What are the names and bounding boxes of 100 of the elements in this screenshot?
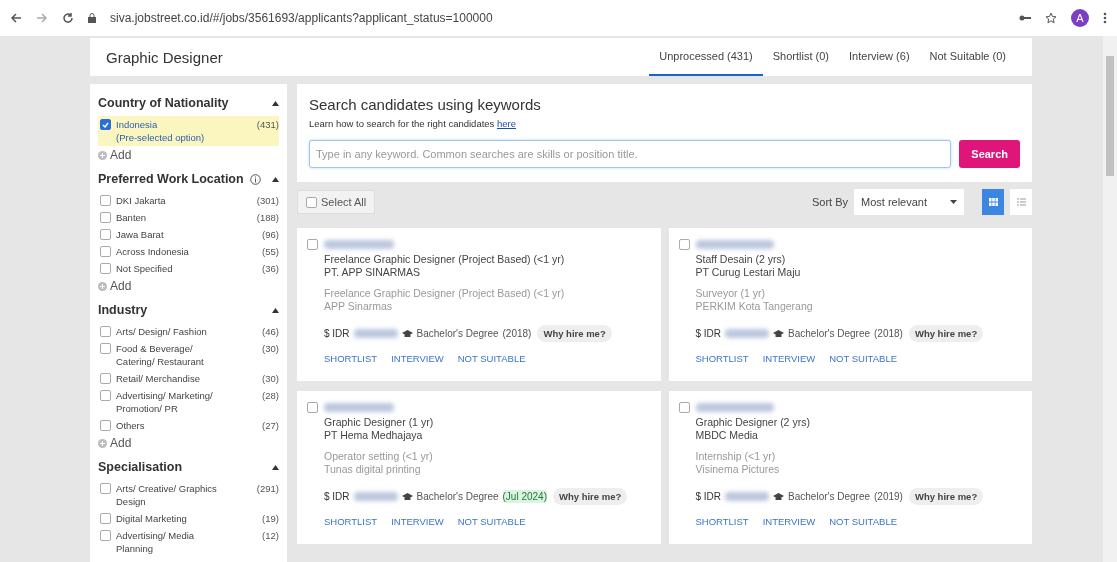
filter-option[interactable]: Advertising/ Media Planning [116,529,228,555]
action-link[interactable]: NOT SUITABLE [829,352,897,365]
action-link[interactable]: NOT SUITABLE [457,352,526,365]
current-role: Staff Desain (2 yrs) [695,253,787,266]
why-hire-me-tag[interactable]: Why hire me? [908,325,984,342]
filter-checkbox[interactable] [100,373,111,384]
back-icon[interactable] [10,12,22,24]
filter-checkbox[interactable] [100,212,111,223]
past-role: Surveyor (1 yr) [695,287,766,300]
filter-option[interactable]: Not Specified [116,262,228,275]
candidate-checkbox[interactable] [307,402,318,413]
status-tab[interactable]: Unprocessed (431) [649,38,763,76]
why-hire-me-tag[interactable]: Why hire me? [537,325,612,342]
action-link[interactable]: NOT SUITABLE [829,515,897,528]
star-icon[interactable] [1045,12,1057,24]
action-link[interactable]: INTERVIEW [391,352,444,365]
filter-checkbox[interactable] [100,343,111,354]
filter-option[interactable]: Across Indonesia [116,245,228,258]
keyword-field[interactable]: Type in any keyword. Common searches are skills or position title. [309,140,952,168]
graduation-year: (2018) [502,327,532,340]
select-all-button[interactable]: Select All [297,190,376,214]
action-link[interactable]: NOT SUITABLE [457,515,526,528]
filter-checkbox[interactable] [100,483,111,494]
filter-checkbox[interactable] [100,119,111,130]
salary-label: $ IDR [324,490,350,503]
option-count: (188) [256,211,279,224]
filter-checkbox[interactable] [100,263,111,274]
key-icon[interactable] [1019,14,1031,22]
option-count: (291) [256,482,279,496]
option-count: (301) [256,194,279,207]
filter-option[interactable]: Arts/ Creative/ Graphics Design [116,482,228,508]
list-view-button[interactable] [1010,189,1032,215]
filter-checkbox[interactable] [100,195,111,206]
filter-option[interactable]: Advertising/ Marketing/ Promotion/ PR [116,389,228,415]
more-icon[interactable] [1103,12,1107,24]
forward-icon[interactable] [36,12,48,24]
list-icon [1016,198,1026,206]
filter-option[interactable]: Food & Beverage/ Catering/ Restaurant [116,342,228,368]
option-count: (27) [262,419,279,432]
degree-text: Bachelor's Degree [788,490,870,503]
filter-checkbox[interactable] [100,420,111,431]
salary-label: $ IDR [695,490,722,503]
why-hire-me-tag[interactable]: Why hire me? [908,488,984,505]
current-role: Freelance Graphic Designer (Project Based) (<1 yr) [324,253,566,266]
filter-option[interactable]: Retail/ Merchandise [116,372,228,385]
job-title: Graphic Designer [106,47,224,68]
search-button[interactable]: Search [959,140,1020,168]
filter-option[interactable]: DKI Jakarta [116,194,228,207]
blurred-salary [725,492,770,501]
filter-option[interactable]: Banten [116,211,228,224]
grid-view-button[interactable] [982,189,1004,215]
action-link[interactable]: SHORTLIST [695,515,749,528]
salary-label: $ IDR [324,327,350,340]
profile-avatar[interactable]: A [1071,9,1089,27]
collapse-icon[interactable] [272,307,279,313]
search-title: Search candidates using keywords [309,96,542,113]
url-text[interactable]: siva.jobstreet.co.id/#/jobs/3561693/applicants?applicant_status=100000 [110,11,1005,25]
filter-option[interactable]: Digital Marketing [116,512,228,525]
salary-label: $ IDR [695,327,722,340]
action-link[interactable]: INTERVIEW [762,515,816,528]
filter-title: Specialisation [98,460,183,474]
status-tab[interactable]: Shortlist (0) [762,38,840,76]
candidate-checkbox[interactable] [307,239,318,250]
filter-option[interactable]: Indonesia [116,118,228,131]
action-link[interactable]: INTERVIEW [762,352,816,365]
candidate-checkbox[interactable] [678,402,690,413]
action-link[interactable]: SHORTLIST [324,352,378,365]
filter-checkbox[interactable] [100,390,111,401]
collapse-icon[interactable] [272,100,279,106]
action-link[interactable]: SHORTLIST [324,515,378,528]
filter-checkbox[interactable] [100,326,111,337]
why-hire-me-tag[interactable]: Why hire me? [553,488,628,505]
option-count: (30) [262,372,279,385]
candidate-checkbox[interactable] [678,239,690,250]
add-link[interactable]: Add [98,146,279,168]
help-link[interactable]: here [497,118,517,129]
option-count: (12) [262,529,279,543]
collapse-icon[interactable] [272,176,279,182]
scrollbar-thumb[interactable] [1106,56,1114,176]
action-link[interactable]: SHORTLIST [695,352,749,365]
filter-option[interactable]: Jawa Barat [116,228,228,241]
info-icon[interactable] [249,173,261,185]
filter-option[interactable]: Arts/ Design/ Fashion [116,325,228,338]
filter-checkbox[interactable] [100,229,111,240]
filter-checkbox[interactable] [100,246,111,257]
sort-dropdown[interactable]: Most relevant [854,189,964,215]
filter-checkbox[interactable] [100,513,111,524]
collapse-icon[interactable] [272,464,279,470]
filter-option[interactable]: Others [116,419,228,432]
past-company: PERKIM Kota Tangerang [695,300,814,313]
status-tab[interactable]: Interview (6) [839,38,920,76]
reload-icon[interactable] [62,12,74,24]
current-role: Graphic Designer (1 yr) [324,416,435,429]
blurred-name [324,403,394,412]
add-link[interactable]: Add [98,434,279,456]
status-tab[interactable]: Not Suitable (0) [919,38,1016,76]
add-link[interactable]: Add [98,277,279,299]
graduation-cap-icon [401,329,413,338]
action-link[interactable]: INTERVIEW [391,515,444,528]
filter-checkbox[interactable] [100,530,111,541]
